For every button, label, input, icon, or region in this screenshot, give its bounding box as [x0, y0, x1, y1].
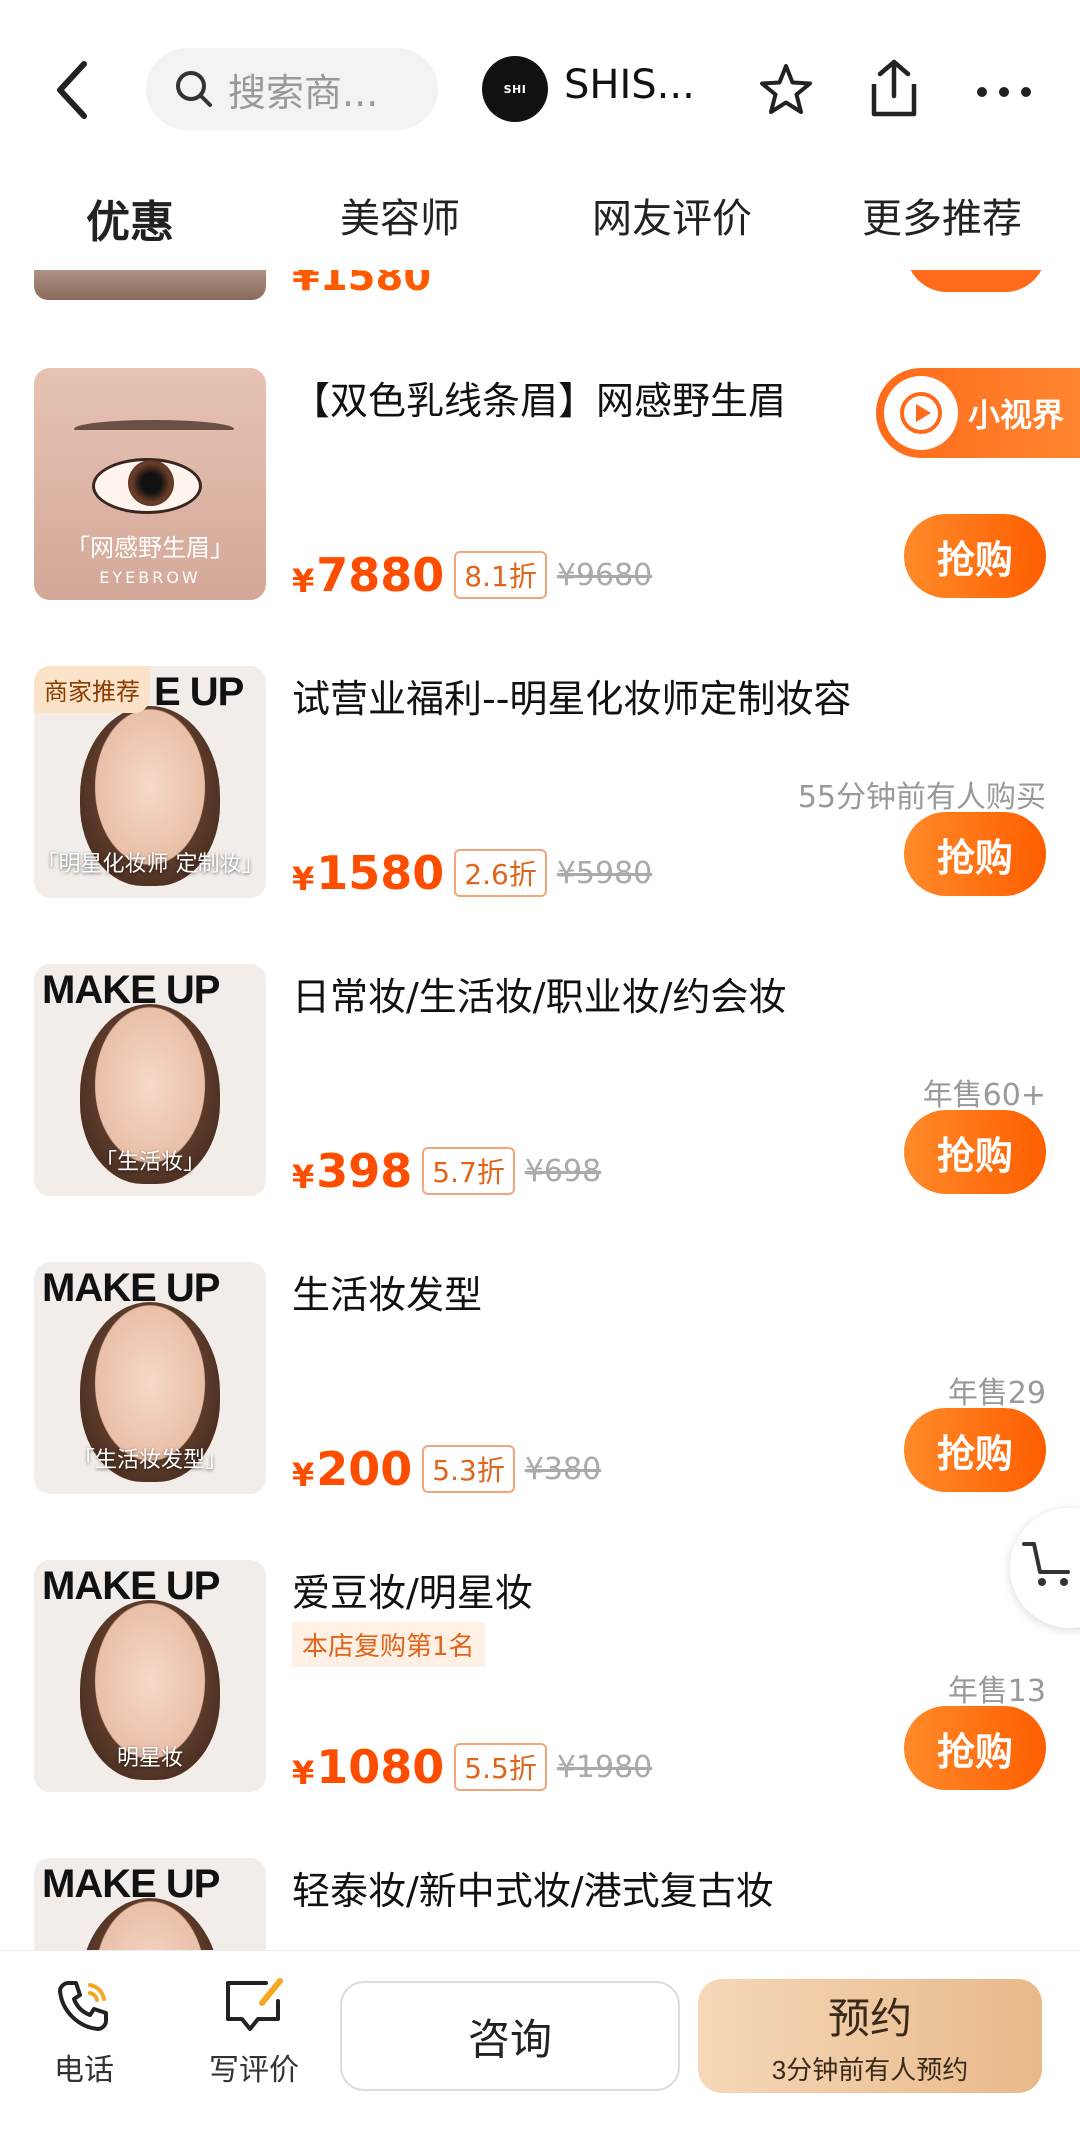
- bottom-action-bar: 电话 写评价 咨询 预约 3分钟前有人预约: [0, 1950, 1080, 2148]
- annual-sales: 年售13: [947, 1674, 1046, 1709]
- price-value: 200: [316, 1442, 413, 1496]
- star-icon[interactable]: [758, 62, 814, 118]
- item-title: 爱豆妆/明星妆: [292, 1571, 533, 1615]
- reserve-button[interactable]: 预约 3分钟前有人预约: [698, 1979, 1042, 2093]
- original-price: ¥698: [524, 1153, 602, 1189]
- item-title: 轻泰妆/新中式妆/港式复古妆: [292, 1869, 774, 1913]
- phone-button[interactable]: 电话: [24, 1975, 144, 2089]
- list-item-partial[interactable]: ¥1580: [0, 270, 1080, 302]
- repurchase-rank-tag: 本店复购第1名: [292, 1622, 485, 1667]
- phone-label: 电话: [54, 2053, 114, 2088]
- price-value: 7880: [316, 548, 445, 602]
- thumb-headline: MAKE UP: [42, 968, 220, 1012]
- play-icon: [884, 376, 958, 450]
- tab-reviews[interactable]: 网友评价: [592, 186, 752, 244]
- back-arrow-icon[interactable]: [50, 58, 98, 122]
- price: ¥7880 8.1折 ¥9680: [292, 548, 653, 602]
- original-price: ¥9680: [556, 557, 653, 593]
- write-review-icon: [226, 1978, 283, 2031]
- discount-badge: 5.7折: [422, 1147, 515, 1195]
- tab-bar: 优惠 美容师 网友评价 更多推荐: [0, 180, 1080, 270]
- search-placeholder: 搜索商...: [228, 70, 379, 115]
- list-item[interactable]: E UP 商家推荐 「明星化妆师 定制妆」 试营业福利--明星化妆师定制妆容 5…: [0, 666, 1080, 966]
- discount-badge: 2.6折: [454, 849, 547, 897]
- thumb-caption: 「网感野生眉」: [66, 534, 234, 562]
- recent-purchase-text: 55分钟前有人购买: [797, 780, 1046, 815]
- original-price: ¥1980: [556, 1749, 653, 1785]
- thumb-headline: E UP: [154, 670, 244, 714]
- product-thumbnail: MAKE UP: [34, 1858, 266, 1950]
- write-review-button[interactable]: 写评价: [194, 1975, 314, 2089]
- list-item[interactable]: MAKE UP 「生活妆发型」 生活妆发型 年售29 ¥200 5.3折 ¥38…: [0, 1262, 1080, 1562]
- thumb-caption: 明星妆: [116, 1746, 183, 1771]
- tab-beauticians[interactable]: 美容师: [340, 186, 460, 244]
- thumb-caption: 「生活妆」: [94, 1150, 205, 1175]
- shop-name[interactable]: SHIS...: [564, 62, 695, 108]
- annual-sales: 年售60+: [922, 1078, 1046, 1113]
- shop-logo[interactable]: SHI: [482, 56, 548, 122]
- thumb-headline: MAKE UP: [42, 1564, 220, 1608]
- thumb-caption: 「生活妆发型」: [72, 1448, 227, 1473]
- buy-button[interactable]: 抢购: [904, 812, 1046, 896]
- list-item[interactable]: MAKE UP 明星妆 爱豆妆/明星妆 本店复购第1名 年售13 ¥1080 5…: [0, 1560, 1080, 1860]
- price-value: 1080: [316, 1740, 445, 1794]
- thumb-headline: MAKE UP: [42, 1266, 220, 1310]
- price-value: 1580: [316, 846, 445, 900]
- product-thumbnail: MAKE UP 「生活妆」: [34, 964, 266, 1196]
- deal-list: ¥1580 「网感野生眉」 EYEBROW 【双色乳线条眉】网感野生眉 ¥788…: [0, 270, 1080, 1950]
- more-icon[interactable]: [976, 86, 1032, 98]
- discount-badge: 5.3折: [422, 1445, 515, 1493]
- buy-button[interactable]: 抢购: [904, 1706, 1046, 1790]
- price: ¥200 5.3折 ¥380: [292, 1442, 602, 1496]
- product-thumbnail: E UP 商家推荐 「明星化妆师 定制妆」: [34, 666, 266, 898]
- price-value: 398: [316, 1144, 413, 1198]
- price: ¥398 5.7折 ¥698: [292, 1144, 602, 1198]
- buy-button[interactable]: 抢购: [904, 1110, 1046, 1194]
- list-item[interactable]: MAKE UP 「生活妆」 日常妆/生活妆/职业妆/约会妆 年售60+ ¥398…: [0, 964, 1080, 1264]
- buy-button[interactable]: [906, 270, 1046, 292]
- price: ¥1580 2.6折 ¥5980: [292, 846, 653, 900]
- discount-badge: 5.5折: [454, 1743, 547, 1791]
- search-input[interactable]: 搜索商...: [146, 48, 438, 130]
- item-title: 【双色乳线条眉】网感野生眉: [292, 379, 787, 423]
- item-title: 生活妆发型: [292, 1273, 483, 1317]
- eyebrow-image: 「网感野生眉」 EYEBROW: [34, 368, 266, 600]
- price: ¥1080 5.5折 ¥1980: [292, 1740, 653, 1794]
- merchant-recommend-badge: 商家推荐: [34, 666, 150, 713]
- thumb-headline: MAKE UP: [42, 1862, 220, 1906]
- top-bar: 搜索商... SHI SHIS...: [0, 0, 1080, 180]
- list-item[interactable]: MAKE UP 轻泰妆/新中式妆/港式复古妆: [0, 1858, 1080, 1950]
- mini-video-label: 小视界: [968, 396, 1065, 434]
- original-price: ¥5980: [556, 855, 653, 891]
- consult-button[interactable]: 咨询: [340, 1981, 680, 2091]
- phone-icon: [58, 1981, 108, 2031]
- product-thumbnail: 「网感野生眉」 EYEBROW: [34, 368, 266, 600]
- thumb-subcaption: EYEBROW: [99, 568, 201, 587]
- discount-badge: 8.1折: [454, 551, 547, 599]
- buy-button[interactable]: 抢购: [904, 514, 1046, 598]
- tab-more-recommendations[interactable]: 更多推荐: [862, 186, 1022, 244]
- search-icon: [176, 71, 212, 107]
- price: ¥1580: [292, 270, 432, 300]
- product-thumbnail: MAKE UP 「生活妆发型」: [34, 1262, 266, 1494]
- reserve-label: 预约: [827, 1995, 912, 2042]
- mini-video-badge[interactable]: 小视界: [876, 368, 1080, 458]
- original-price: ¥380: [524, 1451, 602, 1487]
- item-title: 日常妆/生活妆/职业妆/约会妆: [292, 975, 787, 1019]
- buy-button[interactable]: 抢购: [904, 1408, 1046, 1492]
- reserve-subtext: 3分钟前有人预约: [771, 2055, 969, 2085]
- share-icon[interactable]: [868, 58, 920, 120]
- product-thumbnail: [34, 270, 266, 300]
- write-review-label: 写评价: [209, 2053, 299, 2088]
- cart-icon: [1022, 1542, 1070, 1586]
- tab-deals[interactable]: 优惠: [86, 186, 174, 250]
- product-thumbnail: MAKE UP 明星妆: [34, 1560, 266, 1792]
- thumb-caption: 「明星化妆师 定制妆」: [36, 852, 264, 877]
- item-title: 试营业福利--明星化妆师定制妆容: [292, 677, 852, 721]
- annual-sales: 年售29: [947, 1376, 1046, 1411]
